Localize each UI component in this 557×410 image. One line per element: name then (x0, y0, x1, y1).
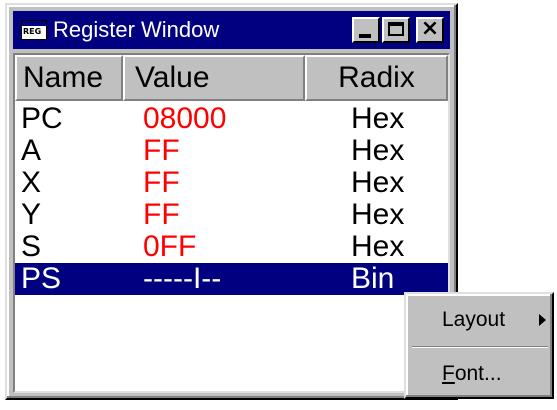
register-radix[interactable]: Hex (305, 167, 448, 199)
register-value[interactable]: FF (123, 199, 305, 231)
register-radix[interactable]: Hex (305, 135, 448, 167)
register-value[interactable]: 0FF (123, 231, 305, 263)
register-list[interactable]: Name Value Radix PC 08000 Hex A FF Hex X… (13, 53, 450, 393)
register-row-x[interactable]: X FF Hex (15, 167, 448, 199)
register-name: PS (21, 262, 62, 295)
close-icon: × (420, 16, 440, 41)
register-radix[interactable]: Bin (305, 263, 448, 295)
register-name: PC (21, 102, 63, 135)
menu-item-label: ont... (454, 362, 502, 385)
register-row-pc[interactable]: PC 08000 Hex (15, 103, 448, 135)
icon-title-strip (22, 21, 46, 26)
reg-app-icon[interactable]: REG (21, 20, 47, 40)
maximize-button[interactable] (382, 17, 410, 43)
title-bar[interactable]: REG Register Window × (13, 11, 450, 49)
context-menu: Layout Font... (404, 292, 554, 399)
register-name: X (21, 166, 42, 199)
register-value[interactable]: FF (123, 167, 305, 199)
column-header-value[interactable]: Value (123, 55, 305, 101)
menu-item-label: Layout (442, 308, 506, 331)
register-radix[interactable]: Hex (305, 103, 448, 135)
register-radix[interactable]: Hex (305, 199, 448, 231)
register-row-ps[interactable]: PS -----I-- Bin (15, 263, 448, 295)
register-radix[interactable]: Hex (305, 231, 448, 263)
menu-item-layout[interactable]: Layout (410, 302, 550, 338)
register-row-y[interactable]: Y FF Hex (15, 199, 448, 231)
window-title: Register Window (53, 17, 220, 42)
column-header-name[interactable]: Name (15, 55, 123, 101)
menu-item-accelerator: F (442, 362, 455, 385)
register-row-a[interactable]: A FF Hex (15, 135, 448, 167)
register-name: Y (21, 198, 42, 231)
minimize-button[interactable] (352, 17, 380, 43)
minimize-icon (359, 34, 371, 38)
register-value[interactable]: 08000 (123, 103, 305, 135)
register-row-s[interactable]: S 0FF Hex (15, 231, 448, 263)
menu-item-font[interactable]: Font... (410, 356, 550, 392)
register-value[interactable]: FF (123, 135, 305, 167)
menu-separator (412, 346, 548, 348)
register-name: S (21, 230, 42, 263)
register-name: A (21, 134, 42, 167)
submenu-arrow-icon (539, 314, 546, 326)
register-value[interactable]: -----I-- (123, 263, 305, 295)
register-rows: PC 08000 Hex A FF Hex X FF Hex Y FF Hex … (15, 103, 448, 295)
close-button[interactable]: × (416, 16, 444, 43)
icon-label: REG (23, 27, 42, 36)
register-window: REG Register Window × Name Value Radix P… (5, 3, 458, 400)
maximize-icon (388, 22, 404, 36)
column-header-radix[interactable]: Radix (305, 55, 448, 101)
column-header: Name Value Radix (15, 55, 448, 101)
